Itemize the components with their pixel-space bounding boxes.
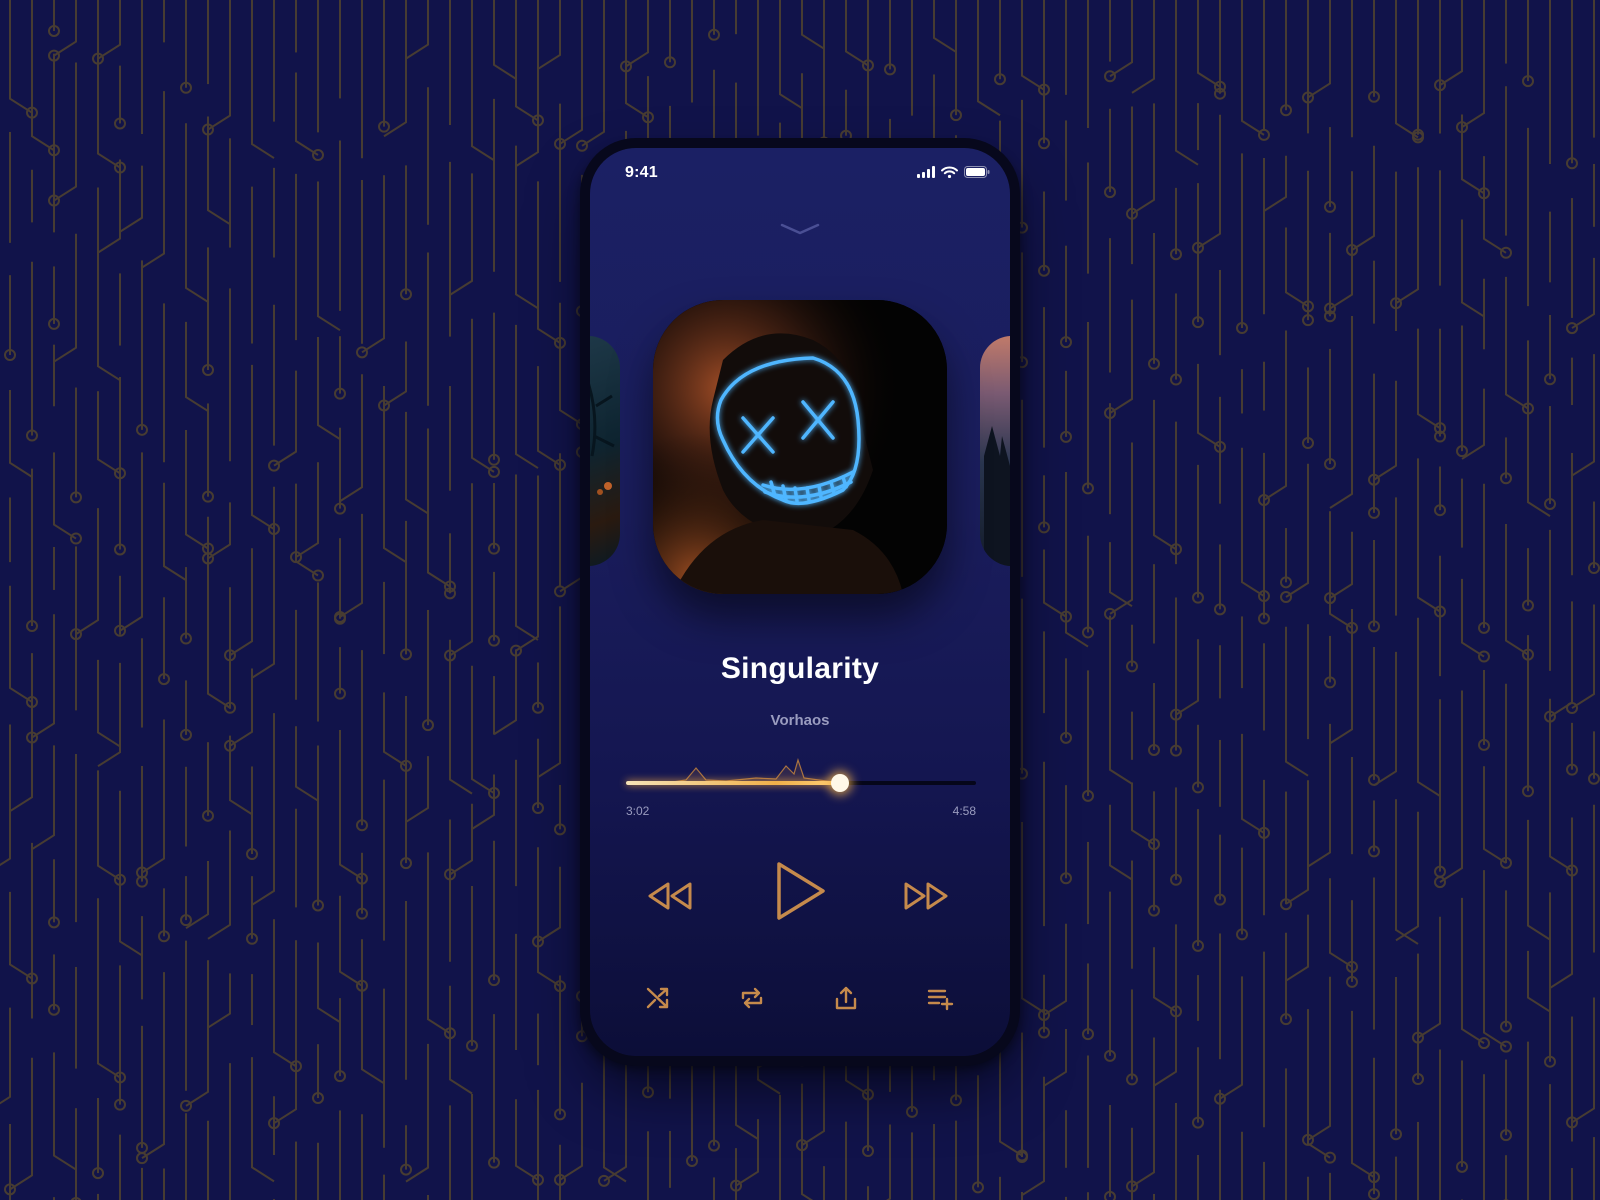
artist-name[interactable]: Vorhaos [590,712,1010,729]
share-button[interactable] [828,980,864,1016]
progress-bar[interactable] [626,748,976,798]
album-art [653,300,947,594]
next-album-art[interactable] [980,336,1010,566]
wifi-icon [941,166,958,178]
status-time: 9:41 [625,164,658,181]
fast-forward-icon [904,882,948,910]
add-to-queue-button[interactable] [922,980,958,1016]
waveform-glow [626,757,841,784]
add-to-queue-icon [927,989,954,1011]
signal-icon [917,166,935,178]
fast-forward-button[interactable] [902,876,950,916]
status-bar: 9:41 [590,148,1010,198]
share-icon [835,986,857,1010]
play-button[interactable] [768,856,832,926]
play-icon [777,862,825,920]
song-title: Singularity [720,652,880,685]
total-duration: 4:58 [952,804,976,818]
previous-album-art[interactable] [590,336,620,566]
shuffle-icon [646,987,669,1009]
progress-fill [626,781,840,785]
phone-screen: 9:41 Singularity Vorhaos 3:02 4:58 [590,148,1010,1056]
repeat-button[interactable] [734,980,770,1016]
battery-icon [964,166,990,178]
rewind-icon [648,882,692,910]
elapsed-time: 3:02 [626,804,650,818]
collapse-chevron-icon[interactable] [778,220,822,240]
status-icons [917,166,990,178]
rewind-button[interactable] [646,876,694,916]
progress-knob[interactable] [830,774,849,792]
repeat-icon [741,987,763,1009]
shuffle-button[interactable] [640,980,676,1016]
